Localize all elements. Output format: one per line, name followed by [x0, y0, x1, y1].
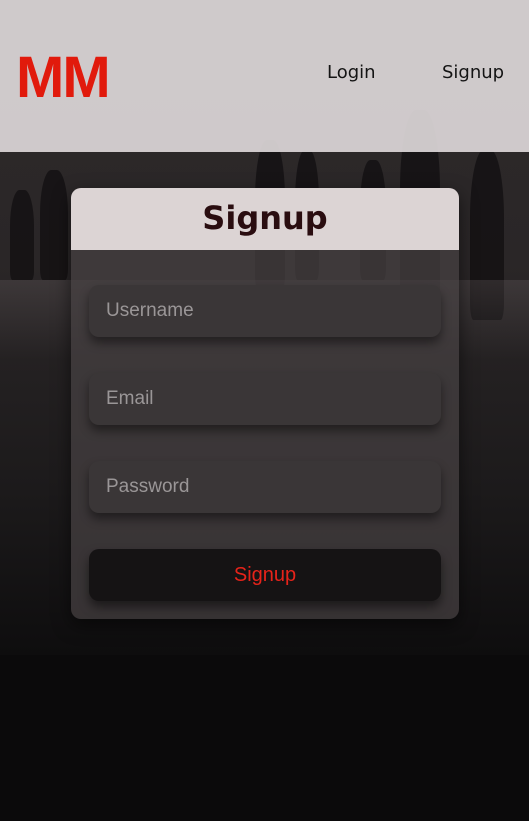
- card-header: Signup: [71, 188, 459, 250]
- logo[interactable]: MM: [16, 46, 111, 110]
- username-input[interactable]: [89, 285, 441, 337]
- site-header: MM Login Signup: [0, 0, 529, 152]
- form-title: Signup: [202, 199, 328, 237]
- email-input[interactable]: [89, 373, 441, 425]
- nav-login-link[interactable]: Login: [327, 62, 376, 83]
- password-input[interactable]: [89, 461, 441, 513]
- nav-signup-link[interactable]: Signup: [442, 62, 504, 83]
- signup-submit-button[interactable]: Signup: [89, 549, 441, 601]
- signup-card: Signup Signup: [71, 188, 459, 619]
